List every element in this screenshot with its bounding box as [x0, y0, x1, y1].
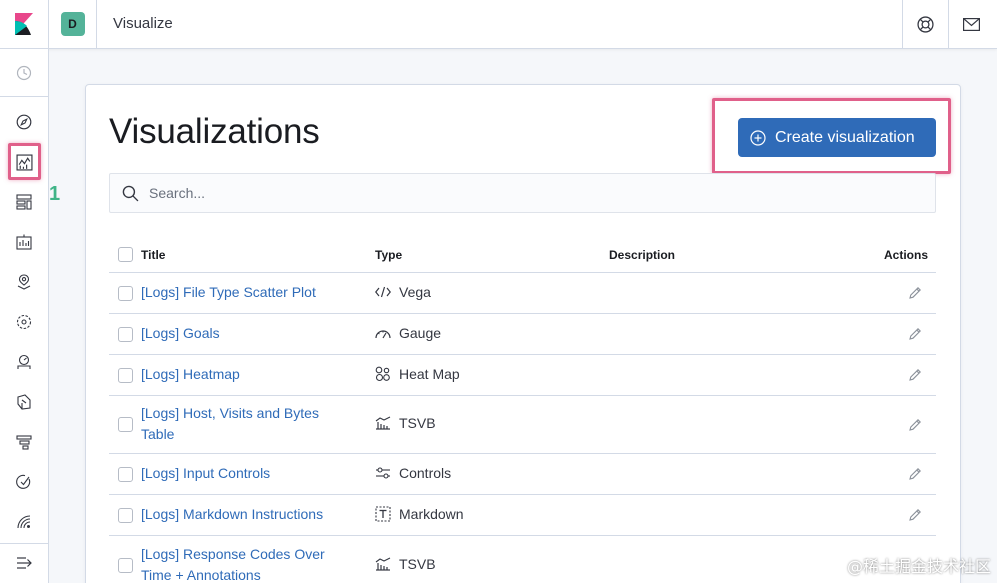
nav-maps[interactable] [0, 264, 48, 300]
type-cell: TSVB [374, 556, 436, 572]
siem-app-icon [17, 515, 31, 529]
highlight-box-step1 [8, 143, 41, 180]
search-icon [122, 185, 139, 201]
type-cell: Heat Map [374, 366, 460, 382]
nav-discover[interactable] [0, 104, 48, 140]
visualization-title-link[interactable]: [Logs] File Type Scatter Plot [141, 282, 351, 303]
space-selector[interactable]: D [49, 0, 97, 48]
nav-recently-viewed[interactable] [0, 55, 48, 91]
menu-collapse-icon [17, 557, 32, 569]
type-cell: Vega [374, 284, 431, 300]
watermark-text: @稀土掘金技术社区 [846, 557, 991, 576]
type-label: Vega [399, 284, 431, 300]
nav-uptime[interactable] [0, 464, 48, 500]
tsvb-icon [374, 557, 392, 571]
help-lifebuoy-icon [917, 15, 934, 33]
heatmap-icon [374, 366, 392, 382]
nav-siem[interactable] [0, 504, 48, 540]
gauge-icon [374, 327, 392, 339]
side-navigation [0, 49, 49, 583]
row-checkbox[interactable] [118, 467, 133, 482]
kibana-logo-icon [15, 13, 33, 35]
visualization-title-link[interactable]: [Logs] Host, Visits and Bytes Table [141, 403, 351, 445]
compass-icon [16, 114, 32, 130]
type-label: Controls [399, 465, 452, 481]
row-checkbox[interactable] [118, 368, 133, 383]
app-title: Visualize [113, 15, 173, 32]
space-avatar: D [60, 12, 85, 36]
controls-icon [374, 467, 392, 479]
type-cell: Markdown [374, 506, 464, 522]
table-row: [Logs] File Type Scatter Plot Vega [109, 273, 936, 314]
kibana-logo[interactable] [0, 0, 49, 48]
column-header-title[interactable]: Title [141, 248, 165, 262]
nav-metrics[interactable] [0, 344, 48, 380]
search-bar[interactable] [109, 173, 936, 213]
table-row: [Logs] Heatmap Heat Map [109, 355, 936, 396]
page-title: Visualizations [109, 112, 320, 151]
mail-icon [963, 17, 980, 31]
visualization-title-link[interactable]: [Logs] Response Codes Over Time + Annota… [141, 544, 351, 583]
type-label: Heat Map [399, 366, 460, 382]
column-header-type[interactable]: Type [375, 248, 402, 262]
help-button[interactable] [902, 0, 948, 48]
select-all-checkbox[interactable] [118, 247, 133, 262]
apm-app-icon [16, 435, 32, 450]
table-row: [Logs] Goals Gauge [109, 314, 936, 355]
clock-icon [16, 65, 32, 81]
nav-ml[interactable] [0, 304, 48, 340]
type-cell: Controls [374, 465, 451, 481]
table-row: [Logs] Host, Visits and Bytes Table TSVB [109, 396, 936, 454]
visualization-title-link[interactable]: [Logs] Goals [141, 323, 351, 344]
search-input[interactable] [149, 185, 909, 201]
uptime-app-icon [16, 474, 31, 489]
edit-pencil-icon[interactable] [906, 284, 924, 302]
nav-logs[interactable] [0, 384, 48, 420]
markdown-icon [374, 506, 392, 522]
maps-app-icon [17, 274, 31, 290]
type-cell: TSVB [374, 415, 436, 431]
column-header-description: Description [609, 248, 676, 262]
type-label: TSVB [399, 556, 436, 572]
edit-pencil-icon[interactable] [906, 366, 924, 384]
metrics-app-icon [17, 354, 31, 369]
step-number-1: 1 [49, 183, 61, 205]
tsvb-icon [374, 416, 392, 430]
row-checkbox[interactable] [118, 286, 133, 301]
newsfeed-button[interactable] [948, 0, 994, 48]
nav-collapse-toggle[interactable] [0, 545, 48, 581]
table-header-row [109, 235, 936, 273]
visualization-title-link[interactable]: [Logs] Input Controls [141, 463, 351, 484]
top-header: D Visualize [0, 0, 997, 49]
visualization-title-link[interactable]: [Logs] Heatmap [141, 364, 351, 385]
row-checkbox[interactable] [118, 417, 133, 432]
edit-pencil-icon[interactable] [906, 325, 924, 343]
logs-app-icon [17, 394, 31, 410]
table-row: [Logs] Response Codes Over Time + Annota… [109, 536, 936, 583]
type-label: Gauge [399, 325, 442, 341]
nav-canvas[interactable] [0, 224, 48, 260]
code-icon [374, 286, 392, 298]
column-header-actions: Actions [884, 248, 929, 262]
edit-pencil-icon[interactable] [906, 416, 924, 434]
visualization-title-link[interactable]: [Logs] Markdown Instructions [141, 504, 351, 525]
table-row: [Logs] Input Controls Controls [109, 454, 936, 495]
nav-apm[interactable] [0, 424, 48, 460]
row-checkbox[interactable] [118, 327, 133, 342]
dashboard-app-icon [16, 194, 32, 210]
row-checkbox[interactable] [118, 558, 133, 573]
row-checkbox[interactable] [118, 508, 133, 523]
highlight-box-step2 [712, 98, 951, 174]
canvas-app-icon [16, 234, 32, 250]
type-label: Markdown [399, 506, 464, 522]
machine-learning-icon [16, 314, 32, 330]
nav-dashboard[interactable] [0, 184, 48, 220]
edit-pencil-icon[interactable] [906, 506, 924, 524]
type-label: TSVB [399, 415, 436, 431]
table-row: [Logs] Markdown Instructions Markdown [109, 495, 936, 536]
edit-pencil-icon[interactable] [906, 465, 924, 483]
type-cell: Gauge [374, 325, 441, 341]
